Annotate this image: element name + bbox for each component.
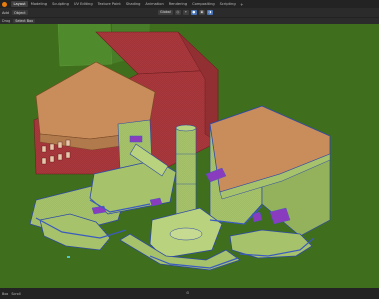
snap-icon[interactable]: ⌖	[182, 9, 189, 15]
3d-viewport[interactable]	[0, 24, 379, 288]
add-workspace-button[interactable]: +	[238, 2, 245, 7]
tab-scripting[interactable]: Scripting	[217, 1, 238, 7]
far-building	[57, 24, 113, 67]
tab-sculpting[interactable]: Sculpting	[50, 1, 72, 7]
viewport-scene	[0, 24, 379, 288]
purple-panel	[129, 135, 143, 143]
light-marker	[67, 256, 70, 258]
menu-object[interactable]: Object	[11, 10, 28, 15]
tab-animation[interactable]: Animation	[143, 1, 166, 7]
drag-label: Drag	[2, 19, 11, 23]
tool-settings-row: Drag Select Box	[0, 17, 379, 24]
status-bar: Box Scroll ⊙	[0, 288, 379, 299]
tab-rendering[interactable]: Rendering	[166, 1, 189, 7]
tab-shading[interactable]: Shading	[123, 1, 143, 7]
tab-texture-paint[interactable]: Texture Paint	[95, 1, 123, 7]
transform-pivot-icon[interactable]: ◎	[174, 9, 181, 15]
tab-modeling[interactable]: Modeling	[28, 1, 49, 7]
tab-layout[interactable]: Layout	[11, 1, 29, 7]
workspace-bar: Layout Modeling Sculpting UV Editing Tex…	[0, 0, 379, 8]
select-box-dropdown[interactable]: Select Box	[13, 18, 36, 24]
blender-logo-icon[interactable]	[2, 1, 7, 7]
plaza-disc	[169, 227, 203, 241]
menu-add[interactable]: Add	[2, 11, 9, 15]
transform-controls: Global ◎ ⌖ ● ▣ ◑	[158, 9, 213, 15]
status-scroll-text: Scroll	[11, 291, 21, 296]
status-mode-text: Box	[2, 291, 9, 296]
viewport-header: Add Object Global ◎ ⌖ ● ▣ ◑	[0, 8, 379, 17]
tab-uv-editing[interactable]: UV Editing	[71, 1, 95, 7]
shading-icon[interactable]: ◑	[206, 9, 213, 15]
tab-compositing[interactable]: Compositing	[190, 1, 218, 7]
orientation-select[interactable]: Global	[158, 9, 173, 15]
mouse-icon: ⊙	[186, 290, 190, 295]
overlay-icon[interactable]: ▣	[198, 9, 205, 15]
proportional-icon[interactable]: ●	[190, 9, 197, 15]
